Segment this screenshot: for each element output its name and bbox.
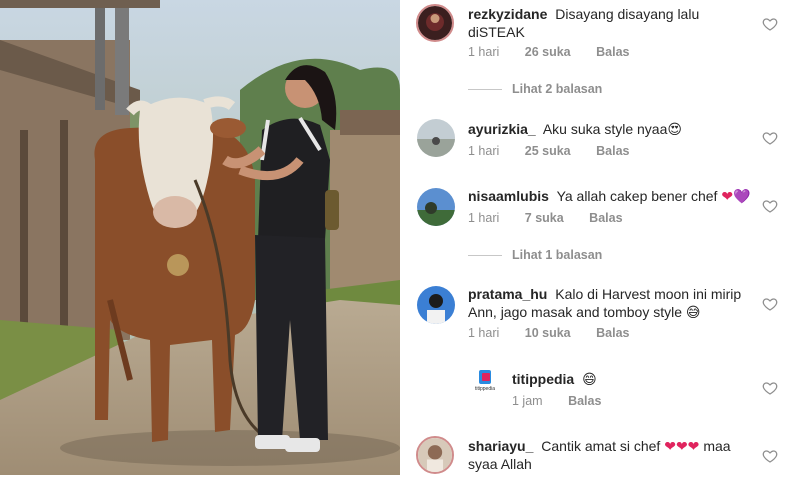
comments-panel: rezkyzidane Disayang disayang lalu diSTE… xyxy=(400,0,800,475)
view-replies-button[interactable]: Lihat 1 balasan xyxy=(468,248,602,262)
emoji: ❤❤❤ xyxy=(664,438,700,454)
username[interactable]: rezkyzidane xyxy=(468,6,547,22)
view-replies-button[interactable]: Lihat 2 balasan xyxy=(468,82,602,96)
view-replies-label[interactable]: Lihat 1 balasan xyxy=(512,248,602,262)
reply-button[interactable]: Balas xyxy=(596,45,629,59)
username[interactable]: pratama_hu xyxy=(468,286,547,302)
post-photo xyxy=(0,0,400,475)
comment-meta: 1 hari 26 suka Balas xyxy=(468,45,651,59)
reply-button[interactable]: Balas xyxy=(596,326,629,340)
avatar[interactable] xyxy=(417,188,455,226)
comment-meta: 1 hari 10 suka Balas xyxy=(468,326,651,340)
avatar[interactable] xyxy=(417,119,455,157)
comment-time: 1 hari xyxy=(468,144,500,158)
username[interactable]: titippedia xyxy=(512,371,574,387)
like-count[interactable]: 7 suka xyxy=(525,211,564,225)
comment-text: ayurizkia_ Aku suka style nyaa😍 xyxy=(468,120,748,138)
view-replies-label[interactable]: Lihat 2 balasan xyxy=(512,82,602,96)
reply-button[interactable]: Balas xyxy=(568,394,601,408)
comment-text: titippedia 😄 xyxy=(512,370,752,388)
heart-icon[interactable] xyxy=(762,296,778,312)
avatar[interactable] xyxy=(416,4,454,42)
comment-time: 1 hari xyxy=(468,326,500,340)
comment-time: 1 hari xyxy=(468,211,500,225)
comment-body: Aku suka style nyaa😍 xyxy=(542,121,682,137)
replies-divider xyxy=(468,89,502,91)
comment-text: nisaamlubis Ya allah cakep bener chef ❤💜 xyxy=(468,187,758,205)
like-count[interactable]: 10 suka xyxy=(525,326,571,340)
comment-meta: 1 jam Balas xyxy=(512,394,623,408)
comment-text: pratama_hu Kalo di Harvest moon ini miri… xyxy=(468,285,758,321)
avatar[interactable] xyxy=(417,286,455,324)
replies-divider xyxy=(468,255,502,257)
comment-meta: 1 hari 25 suka Balas xyxy=(468,144,651,158)
comment-body: 😄 xyxy=(582,371,597,387)
comment-body: Cantik amat si chef xyxy=(541,438,661,454)
heart-icon[interactable] xyxy=(762,380,778,396)
comment-text: rezkyzidane Disayang disayang lalu diSTE… xyxy=(468,5,748,41)
avatar[interactable]: titippedia xyxy=(470,366,500,396)
comment-time: 1 hari xyxy=(468,45,500,59)
emoji: ❤💜 xyxy=(721,188,751,204)
comment-text: shariayu_ Cantik amat si chef ❤❤❤ maa sy… xyxy=(468,437,758,473)
comment-meta: 1 hari 7 suka Balas xyxy=(468,211,645,225)
avatar-label: titippedia xyxy=(474,386,495,392)
avatar[interactable] xyxy=(416,436,454,474)
heart-icon[interactable] xyxy=(762,448,778,464)
comment-body: Ya allah cakep bener chef xyxy=(556,188,718,204)
reply-button[interactable]: Balas xyxy=(589,211,622,225)
heart-icon[interactable] xyxy=(762,130,778,146)
username[interactable]: nisaamlubis xyxy=(468,188,549,204)
comment-time: 1 jam xyxy=(512,394,543,408)
heart-icon[interactable] xyxy=(762,16,778,32)
reply-button[interactable]: Balas xyxy=(596,144,629,158)
username[interactable]: shariayu_ xyxy=(468,438,533,454)
heart-icon[interactable] xyxy=(762,198,778,214)
like-count[interactable]: 25 suka xyxy=(525,144,571,158)
username[interactable]: ayurizkia_ xyxy=(468,121,536,137)
like-count[interactable]: 26 suka xyxy=(525,45,571,59)
